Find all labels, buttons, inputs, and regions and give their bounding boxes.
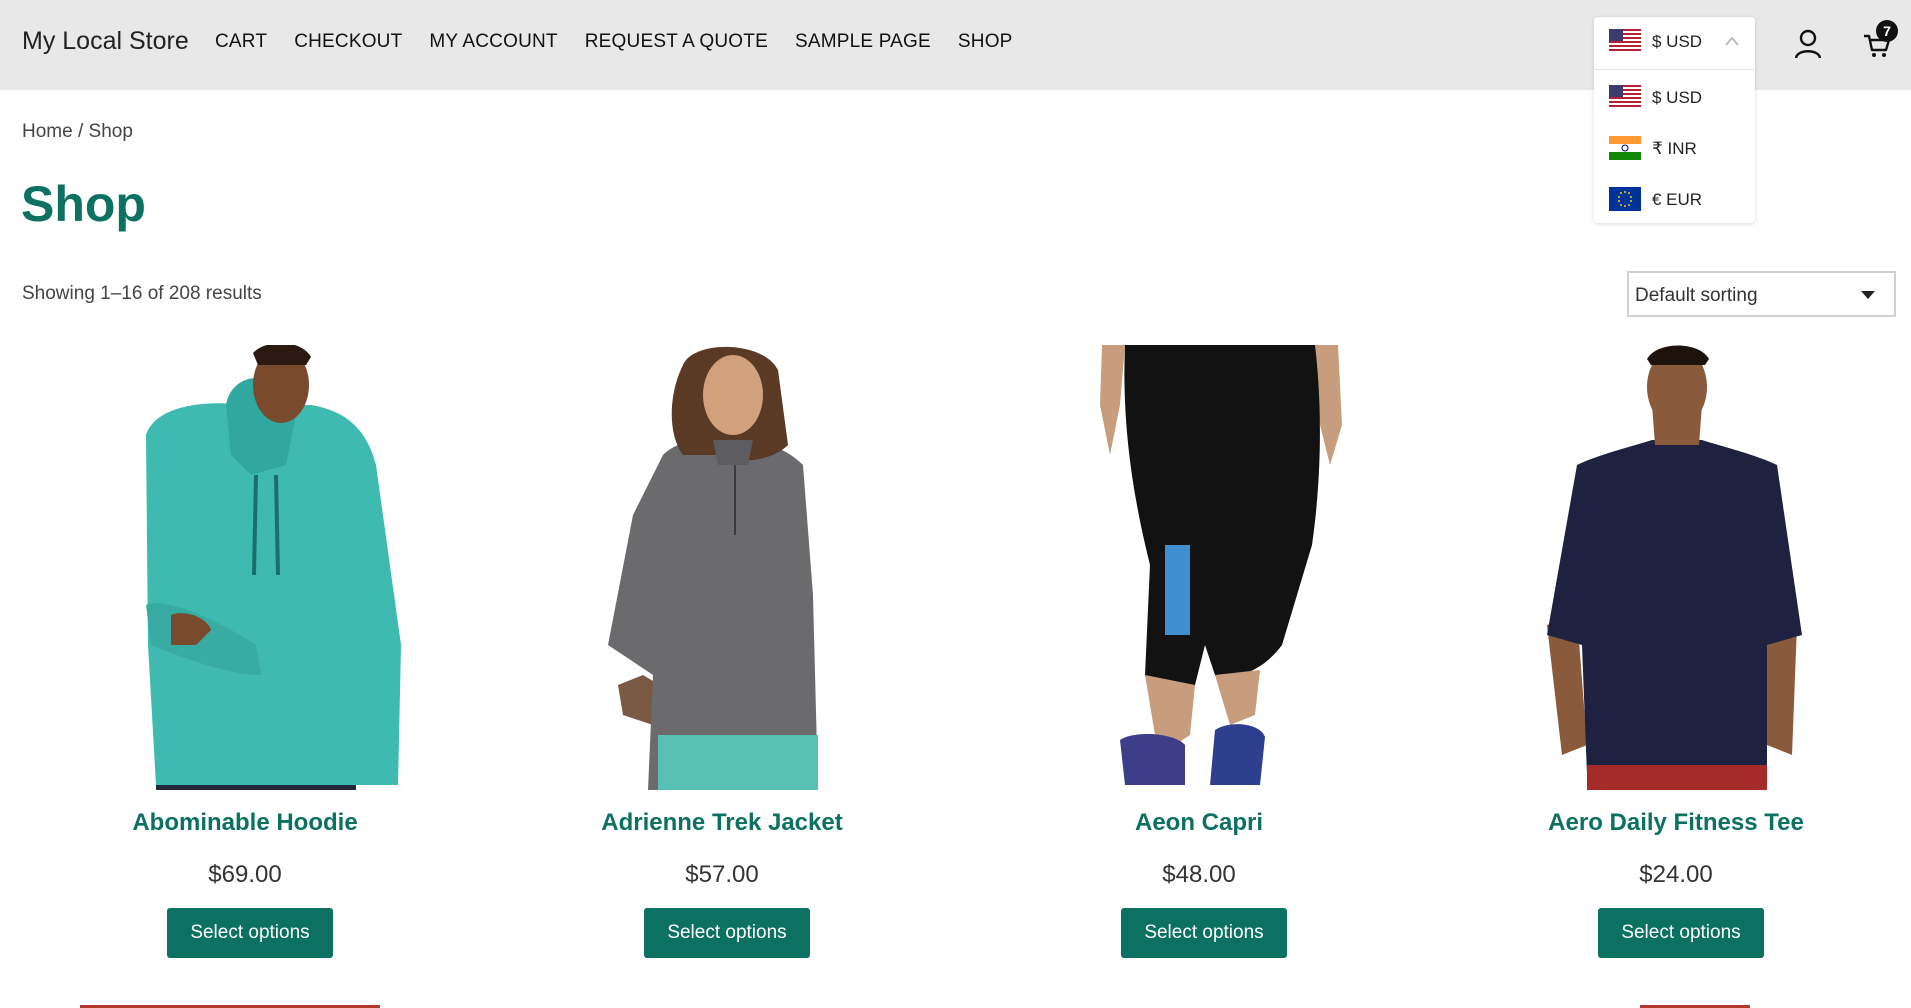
- eu-flag-icon: [1609, 187, 1641, 211]
- product-image-aero-daily-fitness-tee[interactable]: [1437, 345, 1911, 790]
- nav-item-sample-page[interactable]: SAMPLE PAGE: [795, 31, 931, 53]
- caret-down-icon: [1861, 291, 1875, 299]
- product-card: Adrienne Trek Jacket $57.00 Select optio…: [483, 345, 961, 965]
- product-image-adrienne-trek-jacket[interactable]: [483, 345, 961, 790]
- us-flag-icon: [1609, 29, 1641, 53]
- sort-selected-label: Default sorting: [1635, 285, 1758, 306]
- main-nav: CART CHECKOUT MY ACCOUNT REQUEST A QUOTE…: [215, 31, 1040, 53]
- product-name[interactable]: Aero Daily Fitness Tee: [1437, 809, 1911, 837]
- result-count: Showing 1–16 of 208 results: [22, 283, 262, 304]
- sort-dropdown[interactable]: Default sorting: [1627, 271, 1896, 317]
- site-title[interactable]: My Local Store: [22, 27, 189, 56]
- currency-selected-label: $ USD: [1652, 32, 1703, 51]
- breadcrumb-current: Shop: [88, 121, 133, 142]
- currency-option-usd[interactable]: $ USD: [1594, 72, 1755, 122]
- nav-item-cart[interactable]: CART: [215, 31, 267, 53]
- currency-option-inr[interactable]: ₹ INR: [1594, 123, 1755, 173]
- currency-switcher: $ USD $ USD ₹ INR € EUR: [1594, 17, 1755, 223]
- currency-option-eur[interactable]: € EUR: [1594, 174, 1755, 224]
- select-options-button[interactable]: Select options: [644, 908, 810, 958]
- currency-option-label: $ USD: [1652, 88, 1703, 107]
- select-options-button[interactable]: Select options: [1121, 908, 1287, 958]
- breadcrumb-home-link[interactable]: Home: [22, 121, 73, 142]
- currency-option-label: ₹ INR: [1652, 139, 1697, 158]
- page-title: Shop: [21, 176, 146, 232]
- nav-item-my-account[interactable]: MY ACCOUNT: [429, 31, 557, 53]
- product-price: $24.00: [1639, 861, 1713, 888]
- product-price: $57.00: [685, 861, 759, 888]
- india-flag-icon: [1609, 136, 1641, 160]
- product-card: Aero Daily Fitness Tee $24.00 Select opt…: [1437, 345, 1911, 965]
- product-name[interactable]: Adrienne Trek Jacket: [483, 809, 961, 837]
- currency-selected[interactable]: $ USD: [1594, 17, 1755, 70]
- product-name[interactable]: Aeon Capri: [960, 809, 1438, 837]
- select-options-button[interactable]: Select options: [1598, 908, 1764, 958]
- cart-count-badge: 7: [1876, 20, 1898, 42]
- nav-item-checkout[interactable]: CHECKOUT: [294, 31, 402, 53]
- nav-item-shop[interactable]: SHOP: [958, 31, 1013, 53]
- product-image-aeon-capri[interactable]: [960, 345, 1438, 790]
- us-flag-icon: [1609, 85, 1641, 109]
- product-price: $48.00: [1162, 861, 1236, 888]
- currency-option-label: € EUR: [1652, 190, 1703, 209]
- product-price: $69.00: [208, 861, 282, 888]
- chevron-up-icon: [1725, 36, 1739, 46]
- user-account-icon[interactable]: [1793, 28, 1823, 60]
- breadcrumb: Home / Shop: [22, 121, 133, 143]
- product-card: Abominable Hoodie $69.00 Select options: [6, 345, 484, 965]
- nav-item-request-a-quote[interactable]: REQUEST A QUOTE: [585, 31, 768, 53]
- product-card: Aeon Capri $48.00 Select options: [960, 345, 1438, 965]
- breadcrumb-separator: /: [72, 121, 89, 142]
- product-name[interactable]: Abominable Hoodie: [6, 809, 484, 837]
- select-options-button[interactable]: Select options: [167, 908, 333, 958]
- product-image-abominable-hoodie[interactable]: [6, 345, 484, 790]
